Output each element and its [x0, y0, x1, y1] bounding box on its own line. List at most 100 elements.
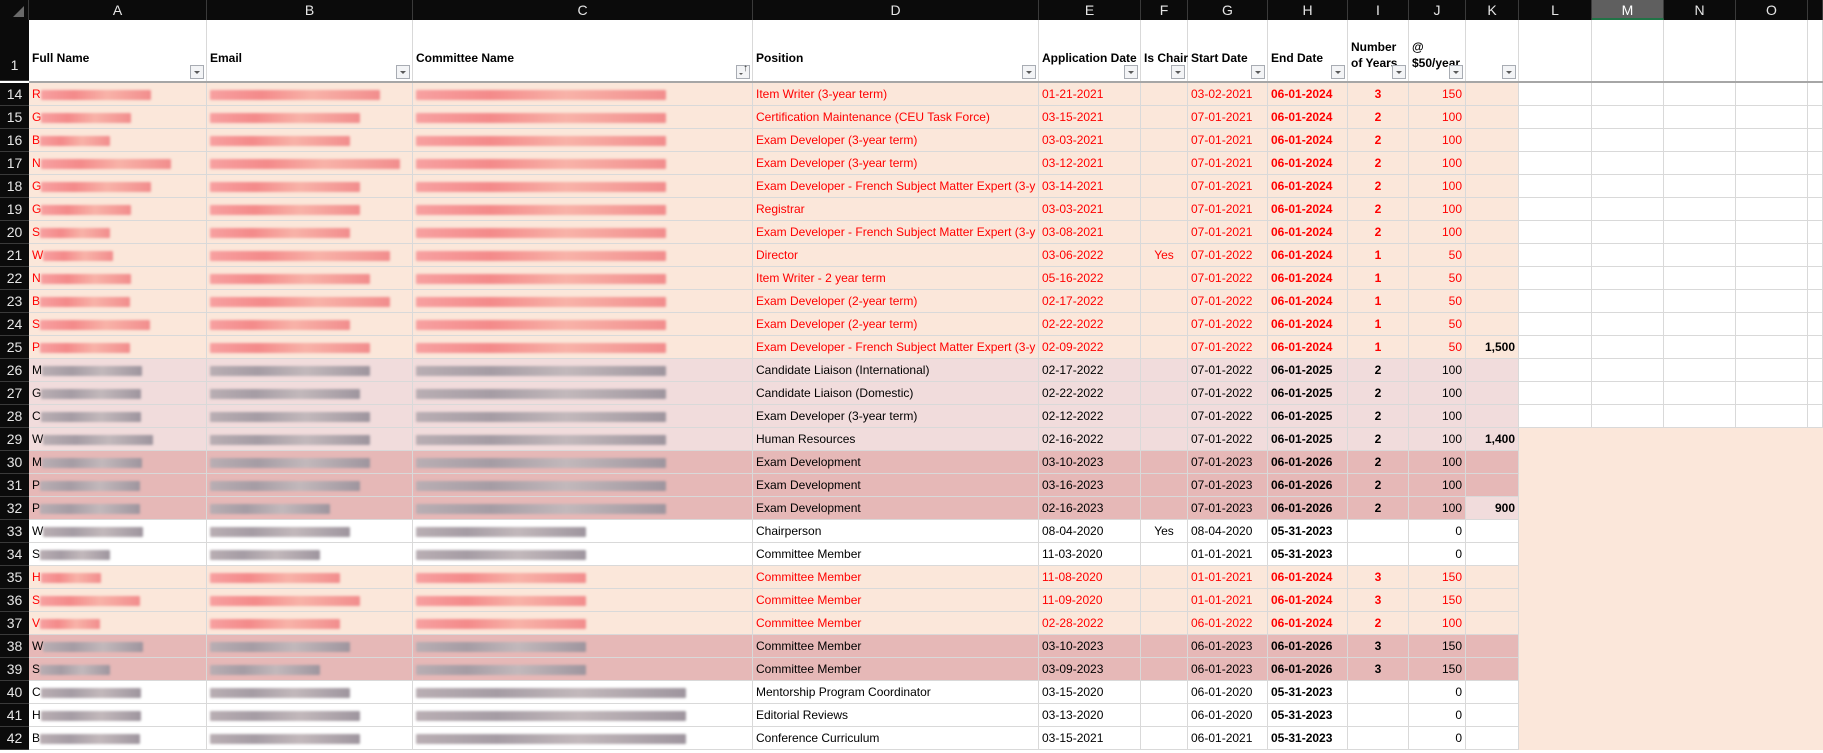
end-date-cell[interactable]: 06-01-2024 — [1268, 83, 1348, 106]
empty-cell-o[interactable] — [1736, 198, 1808, 221]
full-name-cell[interactable]: C — [29, 405, 207, 428]
start-date-cell[interactable]: 06-01-2023 — [1188, 635, 1268, 658]
number-of-years-cell[interactable]: 2 — [1348, 497, 1409, 520]
email-cell[interactable] — [207, 152, 413, 175]
empty-cell-n[interactable] — [1664, 267, 1736, 290]
is-chair-cell[interactable] — [1141, 635, 1188, 658]
empty-cell-o[interactable] — [1736, 612, 1808, 635]
empty-cell-n[interactable] — [1664, 290, 1736, 313]
committee-name-cell[interactable] — [413, 83, 753, 106]
empty-cell-m[interactable] — [1592, 175, 1664, 198]
row-header[interactable]: 24 — [0, 313, 29, 336]
is-chair-cell[interactable] — [1141, 175, 1188, 198]
committee-name-cell[interactable] — [413, 635, 753, 658]
full-name-cell[interactable]: W — [29, 520, 207, 543]
is-chair-cell[interactable] — [1141, 129, 1188, 152]
amount-cell[interactable]: 100 — [1409, 612, 1466, 635]
empty-cell-m[interactable] — [1592, 727, 1664, 750]
number-of-years-cell[interactable]: 2 — [1348, 106, 1409, 129]
empty-cell-l[interactable] — [1519, 152, 1592, 175]
committee-name-cell[interactable] — [413, 106, 753, 129]
empty-cell-l[interactable] — [1519, 658, 1592, 681]
empty-cell-n[interactable] — [1664, 106, 1736, 129]
row-header[interactable]: 17 — [0, 152, 29, 175]
application-date-cell[interactable]: 08-04-2020 — [1039, 520, 1141, 543]
position-cell[interactable]: Candidate Liaison (Domestic) — [753, 382, 1039, 405]
amount-cell[interactable]: 150 — [1409, 566, 1466, 589]
empty-cell-n[interactable] — [1664, 382, 1736, 405]
empty-cell-n[interactable] — [1664, 566, 1736, 589]
column-header-b[interactable]: B — [207, 0, 413, 20]
row-header[interactable]: 30 — [0, 451, 29, 474]
empty-cell-m[interactable] — [1592, 129, 1664, 152]
amount-cell[interactable]: 150 — [1409, 83, 1466, 106]
position-cell[interactable]: Committee Member — [753, 612, 1039, 635]
email-cell[interactable] — [207, 382, 413, 405]
subtotal-cell[interactable] — [1466, 106, 1519, 129]
empty-cell-m[interactable] — [1592, 474, 1664, 497]
committee-name-cell[interactable] — [413, 704, 753, 727]
empty-cell-l[interactable] — [1519, 474, 1592, 497]
subtotal-cell[interactable]: 1,500 — [1466, 336, 1519, 359]
committee-name-cell[interactable] — [413, 405, 753, 428]
end-date-cell[interactable]: 06-01-2024 — [1268, 566, 1348, 589]
email-cell[interactable] — [207, 405, 413, 428]
start-date-cell[interactable]: 08-04-2020 — [1188, 520, 1268, 543]
empty-cell-l[interactable] — [1519, 198, 1592, 221]
position-cell[interactable]: Exam Developer - French Subject Matter E… — [753, 175, 1039, 198]
empty-cell-n[interactable] — [1664, 681, 1736, 704]
application-date-cell[interactable]: 03-10-2023 — [1039, 451, 1141, 474]
empty-cell-n[interactable] — [1664, 83, 1736, 106]
application-date-cell[interactable]: 03-08-2021 — [1039, 221, 1141, 244]
number-of-years-cell[interactable]: 2 — [1348, 198, 1409, 221]
empty-cell-m[interactable] — [1592, 382, 1664, 405]
row-header[interactable]: 14 — [0, 83, 29, 106]
filter-dropdown-button-h[interactable] — [1331, 65, 1345, 79]
full-name-cell[interactable]: B — [29, 290, 207, 313]
full-name-cell[interactable]: N — [29, 267, 207, 290]
end-date-cell[interactable]: 06-01-2026 — [1268, 451, 1348, 474]
empty-cell-o[interactable] — [1736, 221, 1808, 244]
number-of-years-cell[interactable]: 2 — [1348, 474, 1409, 497]
row-header[interactable]: 18 — [0, 175, 29, 198]
application-date-cell[interactable]: 02-22-2022 — [1039, 382, 1141, 405]
row-header[interactable]: 35 — [0, 566, 29, 589]
subtotal-cell[interactable] — [1466, 727, 1519, 750]
empty-cell-m[interactable] — [1592, 221, 1664, 244]
empty-cell-l[interactable] — [1519, 244, 1592, 267]
filter-dropdown-button-d[interactable] — [1022, 65, 1036, 79]
start-date-cell[interactable]: 01-01-2021 — [1188, 543, 1268, 566]
end-date-cell[interactable]: 06-01-2024 — [1268, 106, 1348, 129]
email-cell[interactable] — [207, 612, 413, 635]
row-header[interactable]: 36 — [0, 589, 29, 612]
start-date-cell[interactable]: 07-01-2022 — [1188, 244, 1268, 267]
full-name-cell[interactable]: M — [29, 451, 207, 474]
column-header-n[interactable]: N — [1664, 0, 1736, 20]
empty-cell-p[interactable] — [1808, 83, 1823, 106]
empty-cell-o[interactable] — [1736, 336, 1808, 359]
position-cell[interactable]: Committee Member — [753, 566, 1039, 589]
application-date-cell[interactable]: 05-16-2022 — [1039, 267, 1141, 290]
end-date-cell[interactable]: 06-01-2024 — [1268, 244, 1348, 267]
amount-cell[interactable]: 0 — [1409, 727, 1466, 750]
end-date-cell[interactable]: 06-01-2025 — [1268, 382, 1348, 405]
subtotal-cell[interactable] — [1466, 681, 1519, 704]
header-cell-o[interactable] — [1736, 20, 1808, 81]
empty-cell-l[interactable] — [1519, 543, 1592, 566]
empty-cell-m[interactable] — [1592, 704, 1664, 727]
empty-cell-n[interactable] — [1664, 704, 1736, 727]
position-cell[interactable]: Candidate Liaison (International) — [753, 359, 1039, 382]
empty-cell-o[interactable] — [1736, 635, 1808, 658]
end-date-cell[interactable]: 06-01-2024 — [1268, 175, 1348, 198]
number-of-years-cell[interactable]: 2 — [1348, 175, 1409, 198]
amount-cell[interactable]: 100 — [1409, 382, 1466, 405]
end-date-cell[interactable]: 06-01-2024 — [1268, 267, 1348, 290]
position-cell[interactable]: Item Writer - 2 year term — [753, 267, 1039, 290]
full-name-cell[interactable]: S — [29, 658, 207, 681]
column-header-m[interactable]: M — [1592, 0, 1664, 20]
full-name-cell[interactable]: H — [29, 566, 207, 589]
column-header-k[interactable]: K — [1466, 0, 1519, 20]
empty-cell-n[interactable] — [1664, 612, 1736, 635]
empty-cell-m[interactable] — [1592, 497, 1664, 520]
row-header[interactable]: 20 — [0, 221, 29, 244]
